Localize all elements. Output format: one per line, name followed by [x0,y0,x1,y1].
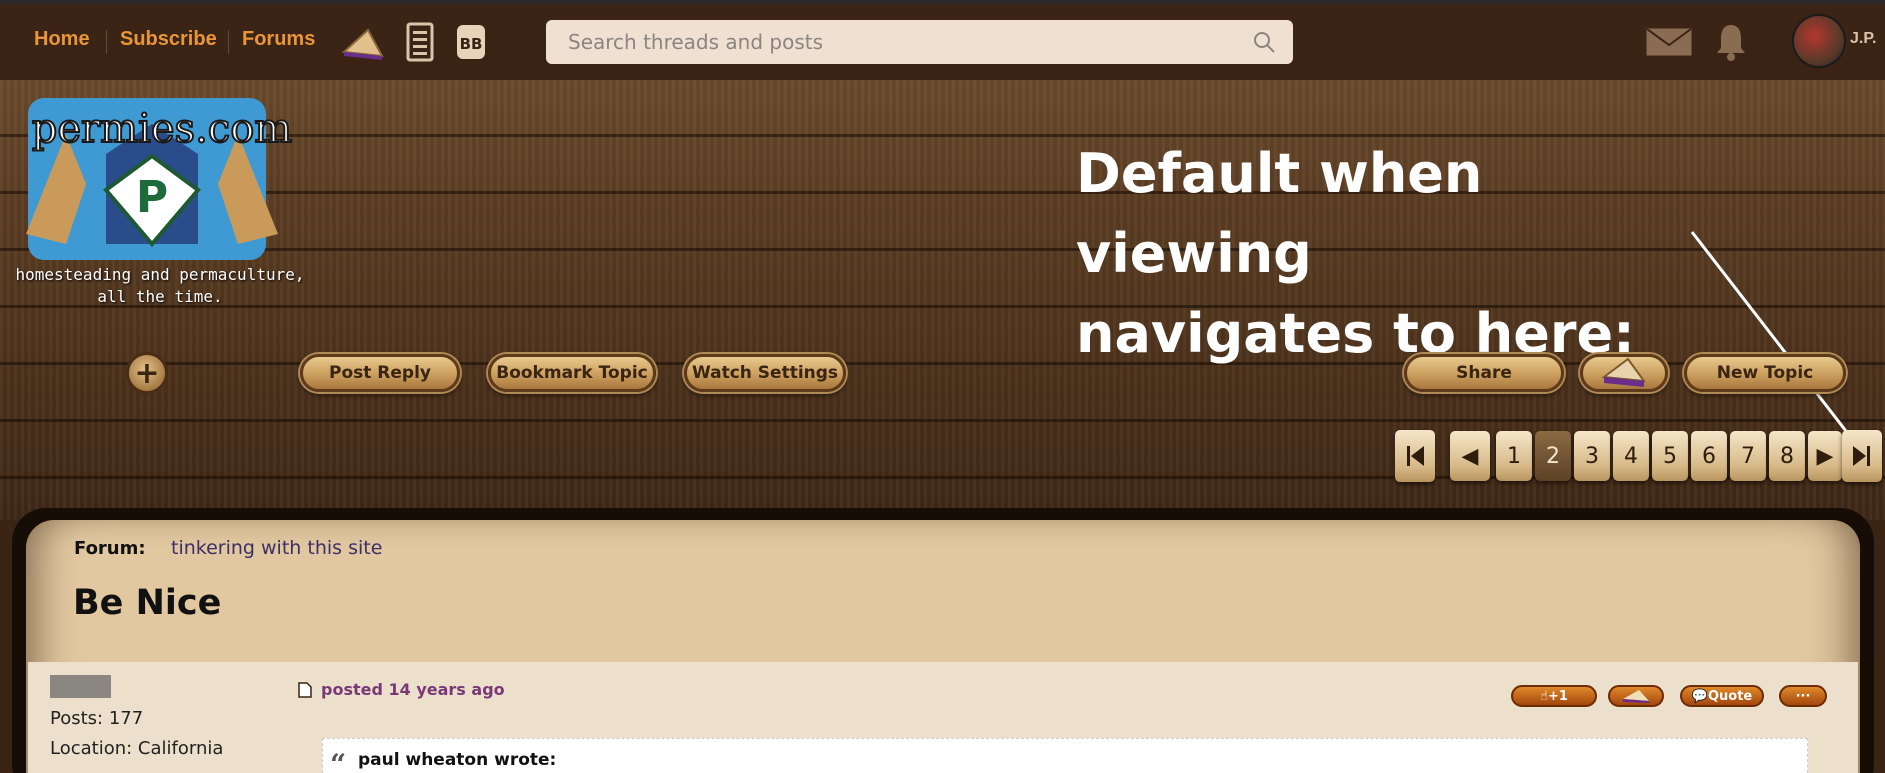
watch-settings-button[interactable]: Watch Settings [684,354,846,392]
new-topic-button[interactable]: New Topic [1684,354,1846,392]
thread-title: Be Nice [73,583,222,623]
quote-mark-icon: “ [330,748,347,773]
page-5-button[interactable]: 5 [1652,431,1688,481]
give-pie-button[interactable] [1608,685,1664,707]
share-button[interactable]: Share [1404,354,1564,392]
post-document-icon [298,682,312,702]
page-6-button[interactable]: 6 [1691,431,1727,481]
pie-button[interactable] [1580,354,1668,392]
first-page-button[interactable] [1395,430,1435,482]
post-timestamp[interactable]: posted 14 years ago [321,680,505,699]
next-page-button[interactable]: ▶ [1808,431,1842,481]
plus-one-button[interactable]: ☝ +1 [1511,685,1597,707]
last-page-button[interactable] [1842,430,1882,482]
quote-author: paul wheaton wrote: [358,750,557,770]
author-location: Location: California [50,738,224,759]
plus-one-icon: ☝ [1540,688,1548,704]
bookmark-topic-button[interactable]: Bookmark Topic [488,354,656,392]
page-7-button[interactable]: 7 [1730,431,1766,481]
page-2-button-current[interactable]: 2 [1535,431,1571,481]
expand-plus-button[interactable]: + [126,352,168,394]
plus-one-label: +1 [1547,688,1568,704]
author-avatar[interactable] [50,675,111,698]
page-8-button[interactable]: 8 [1769,431,1805,481]
quote-label: Quote [1707,688,1753,704]
more-options-button[interactable]: ··· [1779,685,1827,707]
first-page-icon [1407,446,1424,466]
quote-button[interactable]: 💬 Quote [1680,685,1764,707]
page-4-button[interactable]: 4 [1613,431,1649,481]
prev-page-button[interactable]: ◀ [1450,431,1490,481]
page-1-button[interactable]: 1 [1496,431,1532,481]
author-posts-count: Posts: 177 [50,708,144,729]
pie-icon [1623,690,1649,703]
forum-label: Forum: [74,538,146,559]
quote-icon: 💬 [1691,688,1708,704]
pie-icon [1601,357,1647,387]
forum-link[interactable]: tinkering with this site [171,537,382,559]
post-reply-button[interactable]: Post Reply [300,354,460,392]
last-page-icon [1853,446,1870,466]
page-3-button[interactable]: 3 [1574,431,1610,481]
